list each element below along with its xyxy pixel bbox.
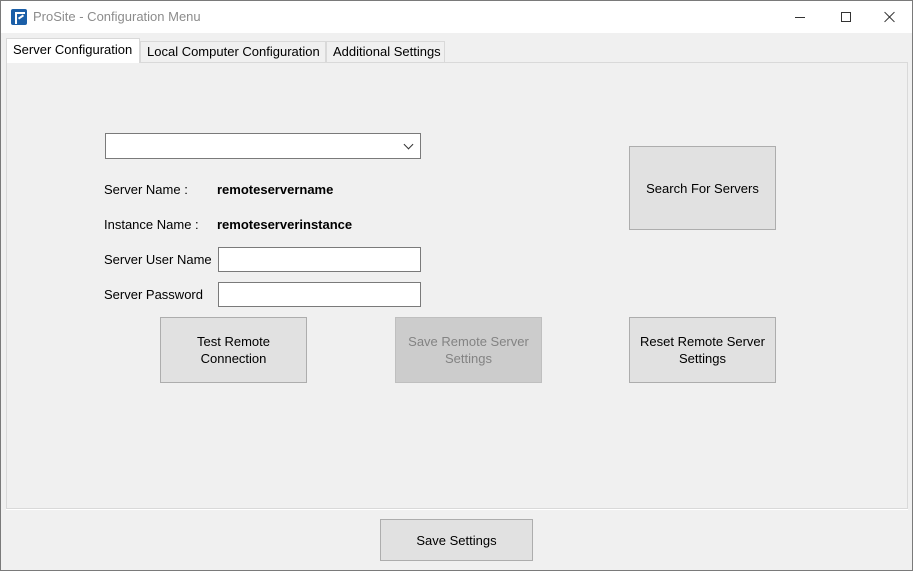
panel-divider — [6, 509, 908, 510]
save-remote-server-settings-label-line1: Save Remote Server — [408, 334, 529, 349]
test-remote-connection-label-line1: Test Remote — [197, 334, 270, 349]
server-configuration-panel: Server Name : remoteservername Instance … — [6, 62, 908, 509]
close-icon — [884, 11, 896, 23]
instance-name-label: Instance Name : — [104, 217, 199, 232]
tab-server-configuration[interactable]: Server Configuration — [6, 38, 140, 63]
server-password-input[interactable] — [218, 282, 421, 307]
prosite-app-icon — [11, 9, 27, 25]
title-bar[interactable]: ProSite - Configuration Menu — [1, 1, 912, 33]
config-window: ProSite - Configuration Menu Server Conf… — [0, 0, 913, 571]
server-dropdown[interactable] — [105, 133, 421, 159]
server-name-label: Server Name : — [104, 182, 188, 197]
tab-additional-settings[interactable]: Additional Settings — [326, 41, 445, 62]
server-user-name-input[interactable] — [218, 247, 421, 272]
test-remote-connection-button[interactable]: Test Remote Connection — [160, 317, 307, 383]
server-password-label: Server Password — [104, 287, 203, 302]
maximize-button[interactable] — [823, 1, 869, 33]
maximize-icon — [841, 12, 851, 22]
save-remote-server-settings-label-line2: Settings — [445, 351, 492, 366]
search-for-servers-label: Search For Servers — [646, 180, 759, 196]
save-settings-button[interactable]: Save Settings — [380, 519, 533, 561]
server-user-name-label: Server User Name — [104, 252, 212, 267]
reset-remote-server-settings-label-line1: Reset Remote Server — [640, 334, 765, 349]
tab-local-computer-configuration[interactable]: Local Computer Configuration — [140, 41, 326, 62]
minimize-icon — [795, 16, 805, 18]
close-button[interactable] — [867, 1, 913, 33]
reset-remote-server-settings-button[interactable]: Reset Remote Server Settings — [629, 317, 776, 383]
server-name-value: remoteservername — [217, 182, 334, 197]
search-for-servers-button[interactable]: Search For Servers — [629, 146, 776, 230]
chevron-down-icon[interactable] — [403, 139, 414, 150]
save-remote-server-settings-button[interactable]: Save Remote Server Settings — [395, 317, 542, 383]
reset-remote-server-settings-label-line2: Settings — [679, 351, 726, 366]
window-title: ProSite - Configuration Menu — [33, 9, 201, 24]
test-remote-connection-label-line2: Connection — [200, 351, 267, 366]
minimize-button[interactable] — [777, 1, 823, 33]
save-settings-label: Save Settings — [416, 532, 497, 548]
instance-name-value: remoteserverinstance — [217, 217, 353, 232]
